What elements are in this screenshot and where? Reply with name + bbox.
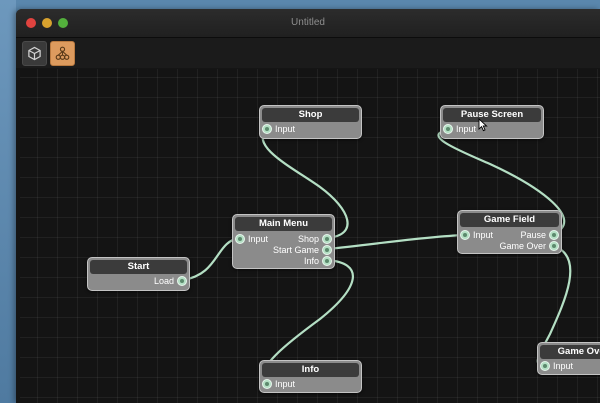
mouse-cursor-icon — [478, 118, 488, 132]
node-info[interactable]: Info Input — [259, 360, 362, 393]
node-title: Game Over — [540, 345, 600, 359]
port-connector-icon[interactable] — [540, 361, 550, 371]
desktop-background — [0, 0, 16, 403]
port-connector-icon[interactable] — [235, 234, 245, 244]
window-title: Untitled — [291, 17, 325, 28]
node-title: Main Menu — [235, 217, 332, 231]
wire-main-menu-to-game-field[interactable] — [325, 233, 466, 251]
node-game-field[interactable]: Game Field Input Pause Game Over — [457, 210, 562, 254]
toolbar — [16, 38, 600, 68]
port-connector-icon[interactable] — [262, 124, 272, 134]
input-port[interactable]: Input — [262, 123, 295, 135]
node-shop[interactable]: Shop Input — [259, 105, 362, 139]
input-port[interactable]: Input — [262, 378, 295, 390]
output-port-load[interactable]: Load — [154, 275, 187, 287]
node-graph-icon — [55, 46, 70, 60]
node-start[interactable]: Start Load — [87, 257, 190, 291]
port-connector-icon[interactable] — [177, 276, 187, 286]
node-graph-canvas[interactable]: Shop Input Pause Screen Input Main Menu … — [20, 69, 600, 403]
app-window: Untitled Shop Input Pause Screen Input M… — [16, 9, 600, 403]
node-title: Shop — [262, 108, 359, 122]
cube-icon — [28, 46, 41, 61]
port-connector-icon[interactable] — [549, 241, 559, 251]
input-port[interactable]: Input — [235, 233, 268, 245]
output-port-game-over[interactable]: Game Over — [499, 240, 559, 252]
input-port[interactable]: Input — [460, 229, 493, 241]
port-connector-icon[interactable] — [443, 124, 453, 134]
port-connector-icon[interactable] — [322, 256, 332, 266]
input-port[interactable]: Input — [443, 123, 476, 135]
node-main-menu[interactable]: Main Menu Input Shop Start Game Info — [232, 214, 335, 269]
input-port[interactable]: Input — [540, 360, 573, 372]
node-title: Start — [90, 260, 187, 274]
port-connector-icon[interactable] — [549, 230, 559, 240]
cube-tool-button[interactable] — [22, 41, 47, 66]
node-game-over[interactable]: Game Over Input — [537, 342, 600, 375]
port-connector-icon[interactable] — [322, 245, 332, 255]
node-title: Pause Screen — [443, 108, 541, 122]
node-graph-tool-button[interactable] — [50, 41, 75, 66]
output-port-info[interactable]: Info — [304, 255, 332, 267]
node-pause-screen[interactable]: Pause Screen Input — [440, 105, 544, 139]
port-connector-icon[interactable] — [322, 234, 332, 244]
port-connector-icon[interactable] — [460, 230, 470, 240]
port-connector-icon[interactable] — [262, 379, 272, 389]
node-title: Game Field — [460, 213, 559, 227]
title-bar[interactable]: Untitled — [16, 9, 600, 38]
node-title: Info — [262, 363, 359, 377]
